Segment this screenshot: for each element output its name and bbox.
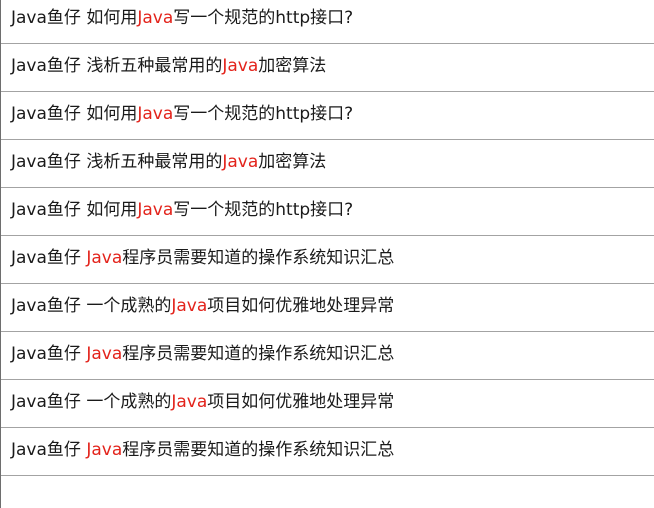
highlighted-keyword: Java bbox=[86, 344, 123, 364]
highlighted-keyword: Java bbox=[171, 296, 208, 316]
title-text-after: 写一个规范的http接口? bbox=[173, 8, 354, 28]
author-name: Java鱼仔 bbox=[11, 200, 81, 220]
list-item[interactable]: Java鱼仔 浅析五种最常用的Java加密算法 bbox=[1, 44, 654, 92]
list-item[interactable]: Java鱼仔 如何用Java写一个规范的http接口? bbox=[1, 188, 654, 236]
title-text-after: 项目如何优雅地处理异常 bbox=[207, 296, 395, 316]
highlighted-keyword: Java bbox=[222, 56, 259, 76]
title-text-before: 浅析五种最常用的 bbox=[86, 56, 223, 76]
title-text-before: 如何用 bbox=[86, 200, 138, 220]
title-text-after: 写一个规范的http接口? bbox=[173, 104, 354, 124]
author-name: Java鱼仔 bbox=[11, 104, 81, 124]
title-text-before: 一个成熟的 bbox=[86, 392, 172, 412]
author-name: Java鱼仔 bbox=[11, 8, 81, 28]
highlighted-keyword: Java bbox=[86, 248, 123, 268]
title-text-after: 程序员需要知道的操作系统知识汇总 bbox=[122, 248, 395, 268]
highlighted-keyword: Java bbox=[222, 152, 259, 172]
title-text-after: 程序员需要知道的操作系统知识汇总 bbox=[122, 440, 395, 460]
list-item[interactable]: Java鱼仔 浅析五种最常用的Java加密算法 bbox=[1, 140, 654, 188]
highlighted-keyword: Java bbox=[86, 440, 123, 460]
title-text-after: 程序员需要知道的操作系统知识汇总 bbox=[122, 344, 395, 364]
author-name: Java鱼仔 bbox=[11, 440, 81, 460]
search-result-list: Java鱼仔 如何用Java写一个规范的http接口? Java鱼仔 浅析五种最… bbox=[1, 0, 654, 476]
author-name: Java鱼仔 bbox=[11, 296, 81, 316]
highlighted-keyword: Java bbox=[171, 392, 208, 412]
author-name: Java鱼仔 bbox=[11, 344, 81, 364]
highlighted-keyword: Java bbox=[137, 8, 174, 28]
list-item[interactable]: Java鱼仔 一个成熟的Java项目如何优雅地处理异常 bbox=[1, 284, 654, 332]
list-item[interactable]: Java鱼仔 Java程序员需要知道的操作系统知识汇总 bbox=[1, 332, 654, 380]
author-name: Java鱼仔 bbox=[11, 152, 81, 172]
list-item[interactable]: Java鱼仔 如何用Java写一个规范的http接口? bbox=[1, 0, 654, 44]
list-item[interactable]: Java鱼仔 Java程序员需要知道的操作系统知识汇总 bbox=[1, 428, 654, 476]
title-text-after: 加密算法 bbox=[258, 56, 327, 76]
title-text-after: 项目如何优雅地处理异常 bbox=[207, 392, 395, 412]
title-text-after: 写一个规范的http接口? bbox=[173, 200, 354, 220]
highlighted-keyword: Java bbox=[137, 200, 174, 220]
author-name: Java鱼仔 bbox=[11, 248, 81, 268]
list-item[interactable]: Java鱼仔 如何用Java写一个规范的http接口? bbox=[1, 92, 654, 140]
highlighted-keyword: Java bbox=[137, 104, 174, 124]
list-item[interactable]: Java鱼仔 Java程序员需要知道的操作系统知识汇总 bbox=[1, 236, 654, 284]
list-item[interactable]: Java鱼仔 一个成熟的Java项目如何优雅地处理异常 bbox=[1, 380, 654, 428]
title-text-before: 浅析五种最常用的 bbox=[86, 152, 223, 172]
title-text-after: 加密算法 bbox=[258, 152, 327, 172]
title-text-before: 一个成熟的 bbox=[86, 296, 172, 316]
author-name: Java鱼仔 bbox=[11, 56, 81, 76]
title-text-before: 如何用 bbox=[86, 8, 138, 28]
title-text-before: 如何用 bbox=[86, 104, 138, 124]
author-name: Java鱼仔 bbox=[11, 392, 81, 412]
